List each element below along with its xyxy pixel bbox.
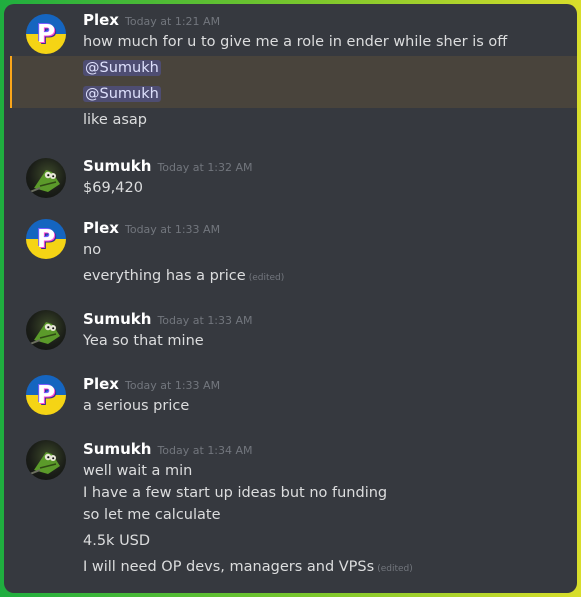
avatar-plex-logo: P — [36, 380, 56, 409]
message-text: everything has a price — [83, 268, 246, 284]
timestamp[interactable]: Today at 1:33 AM — [125, 223, 220, 236]
user-mention[interactable]: @Sumukh — [83, 60, 161, 76]
avatar-plex[interactable]: P — [26, 14, 66, 54]
avatar-sumukh[interactable] — [26, 310, 66, 350]
username-sumukh[interactable]: Sumukh — [83, 157, 151, 175]
message-line: 4.5k USD — [83, 533, 151, 549]
username-sumukh[interactable]: Sumukh — [83, 440, 151, 458]
mention-line: @Sumukh — [83, 58, 161, 78]
message-header: Plex Today at 1:33 AM — [83, 374, 220, 394]
message-header: Sumukh Today at 1:34 AM — [83, 439, 253, 459]
chat-frame: P Plex Today at 1:21 AM how much for u to… — [4, 4, 577, 593]
username-plex[interactable]: Plex — [83, 375, 119, 393]
message-text: I will need OP devs, managers and VPSs — [83, 559, 375, 575]
message-line: like asap — [83, 112, 147, 128]
edited-tag: (edited) — [377, 564, 413, 574]
timestamp[interactable]: Today at 1:34 AM — [157, 444, 252, 457]
message-header: Sumukh Today at 1:33 AM — [83, 309, 253, 329]
timestamp[interactable]: Today at 1:33 AM — [125, 379, 220, 392]
kermit-avatar-icon — [29, 322, 60, 345]
timestamp[interactable]: Today at 1:21 AM — [125, 15, 220, 28]
message-header: Sumukh Today at 1:32 AM — [83, 156, 253, 176]
avatar-sumukh[interactable] — [26, 158, 66, 198]
username-plex[interactable]: Plex — [83, 11, 119, 29]
user-mention[interactable]: @Sumukh — [83, 86, 161, 102]
avatar-plex-logo: P — [36, 19, 56, 48]
timestamp[interactable]: Today at 1:33 AM — [157, 314, 252, 327]
message-line: how much for u to give me a role in ende… — [83, 34, 508, 50]
message-line: I will need OP devs, managers and VPSs (e… — [83, 557, 413, 579]
message-line: $69,420 — [83, 180, 143, 196]
message-line: I have a few start up ideas but no fundi… — [83, 485, 388, 501]
avatar-plex[interactable]: P — [26, 219, 66, 259]
timestamp[interactable]: Today at 1:32 AM — [157, 161, 252, 174]
message-line: so let me calculate — [83, 507, 221, 523]
message-line: a serious price — [83, 398, 190, 414]
kermit-avatar-icon — [29, 452, 60, 475]
avatar-plex[interactable]: P — [26, 375, 66, 415]
kermit-avatar-icon — [29, 170, 60, 193]
message-line: everything has a price (edited) — [83, 266, 284, 288]
username-plex[interactable]: Plex — [83, 219, 119, 237]
edited-tag: (edited) — [248, 273, 285, 283]
avatar-plex-logo: P — [36, 224, 56, 253]
mention-line: @Sumukh — [83, 84, 161, 104]
avatar-sumukh[interactable] — [26, 440, 66, 480]
message-line: no — [83, 242, 102, 258]
message-line: Yea so that mine — [83, 333, 204, 349]
message-header: Plex Today at 1:21 AM — [83, 10, 220, 30]
message-header: Plex Today at 1:33 AM — [83, 218, 220, 238]
username-sumukh[interactable]: Sumukh — [83, 310, 151, 328]
message-line: well wait a min — [83, 463, 193, 479]
